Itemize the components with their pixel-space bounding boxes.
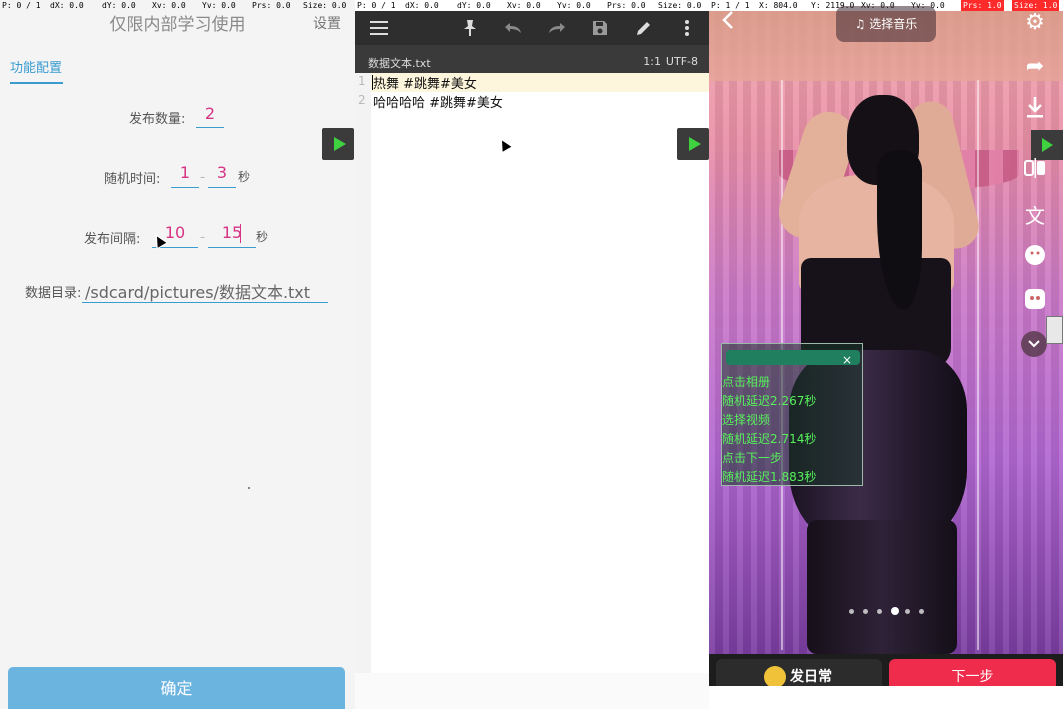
log-line: 点击相册 (722, 375, 771, 389)
page-dot (863, 609, 868, 614)
screen-speck (248, 487, 250, 489)
file-info-bar: 数据文本.txt 1:1 UTF-8 (355, 45, 709, 73)
pointer-location-bar: P: 0 / 1 dX: 0.0 dY: 0.0 Xv: 0.0 Yv: 0.0… (355, 0, 709, 11)
screen-footer (709, 686, 1063, 709)
floating-play-button[interactable] (322, 128, 354, 160)
text-caret (240, 224, 241, 243)
page-dot (905, 609, 910, 614)
pointer-prs: Prs: 0.0 (607, 1, 646, 10)
download-icon[interactable] (1020, 96, 1050, 124)
range-separator: – (200, 172, 205, 183)
text-editor-screen: P: 0 / 1 dX: 0.0 dY: 0.0 Xv: 0.0 Yv: 0.0… (355, 0, 709, 709)
random-time-unit: 秒 (238, 170, 251, 184)
text-icon[interactable]: 文 (1020, 200, 1050, 229)
tab-function-config[interactable]: 功能配置 (10, 57, 62, 76)
file-encoding[interactable]: UTF-8 (666, 55, 698, 68)
data-dir-underline (82, 302, 328, 303)
random-time-label: 随机时间: (104, 172, 161, 187)
pointer-dx: dX: 0.0 (405, 1, 439, 10)
floating-play-button[interactable] (677, 128, 709, 160)
editor-toolbar (355, 11, 709, 45)
pointer-dy: dY: 0.0 (457, 1, 491, 10)
editor-line[interactable]: 哈哈哈哈 #跳舞#美女 (373, 92, 503, 111)
line-number: 1 (358, 74, 366, 88)
pointer-count: P: 0 / 1 (357, 1, 396, 10)
page-title: 仅限内部学习使用 (109, 15, 246, 35)
hamburger-icon[interactable] (364, 11, 394, 45)
sticker-face-icon[interactable] (1020, 244, 1050, 272)
data-dir-label: 数据目录: (25, 286, 82, 301)
select-music-button[interactable]: ♫ 选择音乐 (836, 6, 936, 42)
select-music-label: 选择音乐 (869, 17, 918, 31)
publish-interval-unit: 秒 (256, 230, 269, 244)
pin-icon[interactable] (455, 11, 485, 45)
video-subject-legs (807, 520, 957, 654)
pointer-xv: Xv: 0.0 (507, 1, 541, 10)
random-time-max-input[interactable]: 3 (208, 163, 236, 182)
more-vert-icon[interactable] (672, 11, 702, 45)
automation-log-window: × 点击相册 随机延迟2.267秒 选择视频 随机延迟2.714秒 点击下一步 … (721, 343, 863, 486)
random-time-max-underline (208, 187, 236, 188)
floating-thumbnail[interactable] (1046, 316, 1063, 344)
page-dot (919, 609, 924, 614)
publish-count-input[interactable]: 2 (196, 104, 224, 123)
redo-icon[interactable] (542, 11, 572, 45)
log-line: 随机延迟1.883秒 (722, 470, 817, 484)
page-dot (877, 609, 882, 614)
settings-gear-icon[interactable]: ⚙ (1020, 10, 1050, 35)
log-line: 点击下一步 (722, 451, 783, 465)
back-chevron-icon[interactable] (722, 10, 734, 36)
line-number-gutter (355, 73, 371, 673)
line-number: 2 (358, 93, 366, 107)
text-caret (372, 75, 373, 90)
editor-bottom-area (355, 673, 709, 709)
next-step-label: 下一步 (951, 669, 994, 685)
tab-underline (10, 82, 63, 84)
random-time-min-input[interactable]: 1 (171, 163, 199, 182)
save-icon[interactable] (585, 11, 615, 45)
publish-count-label: 发布数量: (129, 112, 186, 127)
undo-icon[interactable] (498, 11, 528, 45)
pointer-prs: Prs: 1.0 (961, 0, 1004, 11)
page-dot-active (891, 607, 899, 615)
log-header-bar[interactable]: × (726, 350, 860, 367)
random-time-min-underline (171, 187, 199, 188)
publish-interval-max-underline (208, 247, 256, 248)
pointer-size: Size: 0.0 (658, 1, 702, 10)
effects-icon[interactable] (1020, 288, 1050, 316)
pointer-yv: Yv: 0.0 (557, 1, 591, 10)
floating-play-button[interactable] (1031, 130, 1063, 160)
daily-avatar-icon (764, 666, 786, 688)
config-screen: P: 0 / 1 dX: 0.0 dY: 0.0 Xv: 0.0 Yv: 0.0… (0, 0, 355, 709)
share-arrow-icon[interactable]: ➦ (1020, 54, 1050, 79)
range-separator: – (200, 232, 205, 243)
editor-line[interactable]: 热舞 #跳舞#美女 (373, 73, 477, 92)
log-line: 随机延迟2.714秒 (722, 432, 817, 446)
video-light-strip (977, 80, 979, 650)
post-daily-label: 发日常 (790, 669, 832, 685)
pointer-x: X: 804.0 (759, 1, 798, 10)
cursor-position: 1:1 (643, 55, 661, 68)
log-line: 随机延迟2.267秒 (722, 394, 817, 408)
music-note-icon: ♫ (854, 17, 870, 31)
chevron-down-icon[interactable] (1021, 331, 1047, 357)
mouse-cursor-icon (494, 134, 514, 154)
confirm-button[interactable]: 确定 (8, 667, 345, 709)
split-icon[interactable] (1020, 158, 1050, 184)
close-icon[interactable]: × (842, 353, 852, 367)
publish-interval-label: 发布间隔: (84, 232, 141, 247)
log-line: 选择视频 (722, 413, 771, 427)
data-dir-input[interactable]: /sdcard/pictures/数据文本.txt (85, 279, 310, 303)
pencil-icon[interactable] (629, 11, 659, 45)
file-name: 数据文本.txt (368, 57, 431, 70)
settings-button[interactable]: 设置 (313, 13, 341, 33)
publish-interval-max-input[interactable]: 15 (208, 223, 256, 242)
video-publish-screen: P: 1 / 1 X: 804.0 Y: 2119.0 Xv: 0.0 Yv: … (709, 0, 1063, 709)
publish-count-underline (196, 127, 224, 128)
page-dot (849, 609, 854, 614)
